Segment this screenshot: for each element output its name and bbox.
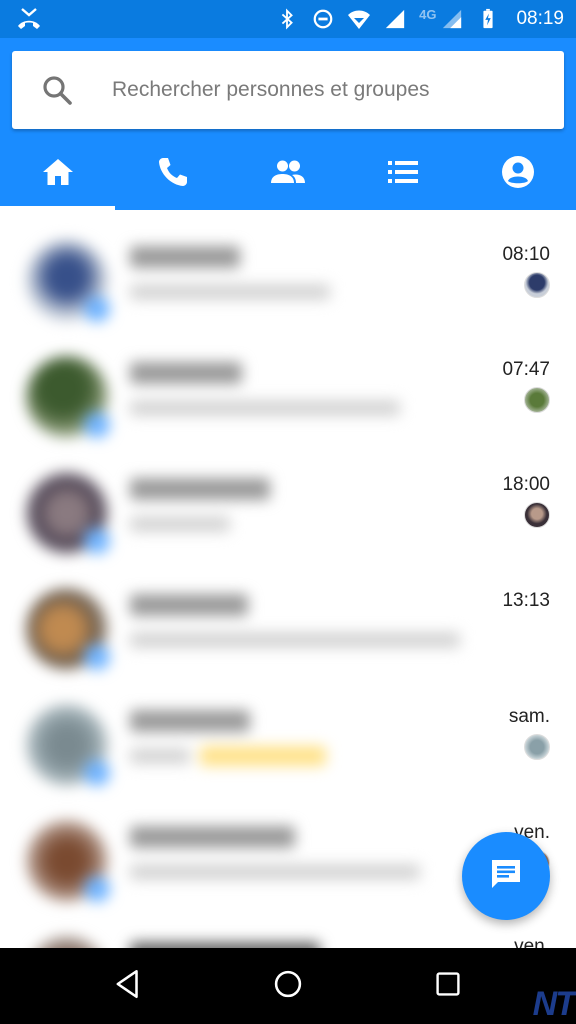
message-preview-placeholder <box>130 632 460 648</box>
messenger-badge <box>84 760 110 786</box>
seen-avatar <box>524 734 550 760</box>
seen-avatar <box>524 272 550 298</box>
navigation-bar: NT <box>0 948 576 1024</box>
recents-icon <box>432 968 464 1005</box>
avatar <box>26 936 108 948</box>
list-icon <box>385 154 421 195</box>
contact-name-placeholder <box>130 594 248 616</box>
tab-list[interactable] <box>346 138 461 210</box>
battery-charging-icon <box>476 7 500 31</box>
list-item[interactable] <box>4 218 472 334</box>
message-time: 08:10 <box>502 244 550 265</box>
conversation-meta: sam. <box>430 706 550 760</box>
highlight-placeholder <box>200 746 326 766</box>
phone-icon <box>155 154 191 195</box>
seen-avatar <box>524 502 550 528</box>
messenger-badge <box>84 528 110 554</box>
back-button[interactable] <box>108 966 148 1006</box>
wifi-icon <box>347 7 371 31</box>
list-item[interactable] <box>4 914 472 948</box>
message-preview-placeholder <box>130 516 230 532</box>
messenger-badge <box>84 644 110 670</box>
blurred-conversation-content <box>4 218 472 948</box>
messenger-badge <box>84 412 110 438</box>
message-time: sam. <box>508 706 550 727</box>
tab-profile[interactable] <box>461 138 576 210</box>
search-icon <box>40 73 74 107</box>
home-button[interactable] <box>268 966 308 1006</box>
messenger-badge <box>84 876 110 902</box>
list-item[interactable] <box>4 682 472 798</box>
profile-icon <box>500 154 536 195</box>
back-icon <box>111 967 145 1006</box>
status-bar: 4G 08:19 <box>0 0 576 38</box>
recents-button[interactable] <box>428 966 468 1006</box>
list-item[interactable] <box>4 798 472 914</box>
list-item[interactable] <box>4 566 472 682</box>
conversation-meta: 13:13 <box>430 590 550 612</box>
tab-people[interactable] <box>230 138 345 210</box>
message-preview-placeholder <box>130 400 400 416</box>
messenger-badge <box>84 296 110 322</box>
list-item[interactable] <box>4 334 472 450</box>
conversation-meta: 18:00 <box>430 474 550 528</box>
message-preview-placeholder <box>130 864 420 880</box>
message-preview-placeholder <box>130 284 330 300</box>
contact-name-placeholder <box>130 362 242 384</box>
new-message-icon <box>487 855 525 898</box>
contact-name-placeholder <box>130 478 270 500</box>
contact-name-placeholder <box>130 710 250 732</box>
tab-calls[interactable] <box>115 138 230 210</box>
search-input[interactable] <box>112 69 542 111</box>
signal-icon <box>383 7 407 31</box>
watermark-logo: NT <box>532 985 576 1023</box>
missed-call-icon <box>16 6 42 32</box>
people-icon <box>270 154 306 195</box>
tab-bar <box>0 138 576 210</box>
new-message-button[interactable] <box>462 832 550 920</box>
seen-avatar <box>524 387 550 413</box>
home-circle-icon <box>271 967 305 1006</box>
status-clock: 08:19 <box>516 8 564 29</box>
message-time: ven. <box>514 936 550 948</box>
tab-home[interactable] <box>0 138 116 210</box>
conversation-meta: 08:10 <box>430 244 550 298</box>
message-time: 13:13 <box>502 590 550 611</box>
network-type-label: 4G <box>419 6 437 22</box>
signal-icon <box>440 7 464 31</box>
do-not-disturb-icon <box>311 7 335 31</box>
contact-name-placeholder <box>130 826 295 848</box>
bluetooth-icon <box>275 7 299 31</box>
list-item[interactable] <box>4 450 472 566</box>
conversation-meta: ven. <box>430 936 550 948</box>
app-header <box>0 38 576 210</box>
message-preview-placeholder <box>130 748 190 764</box>
message-time: 18:00 <box>502 474 550 495</box>
message-time: 07:47 <box>502 359 550 380</box>
conversation-meta: 07:47 <box>430 359 550 413</box>
contact-name-placeholder <box>130 246 240 268</box>
search-bar[interactable] <box>12 51 564 129</box>
home-icon <box>40 154 76 195</box>
